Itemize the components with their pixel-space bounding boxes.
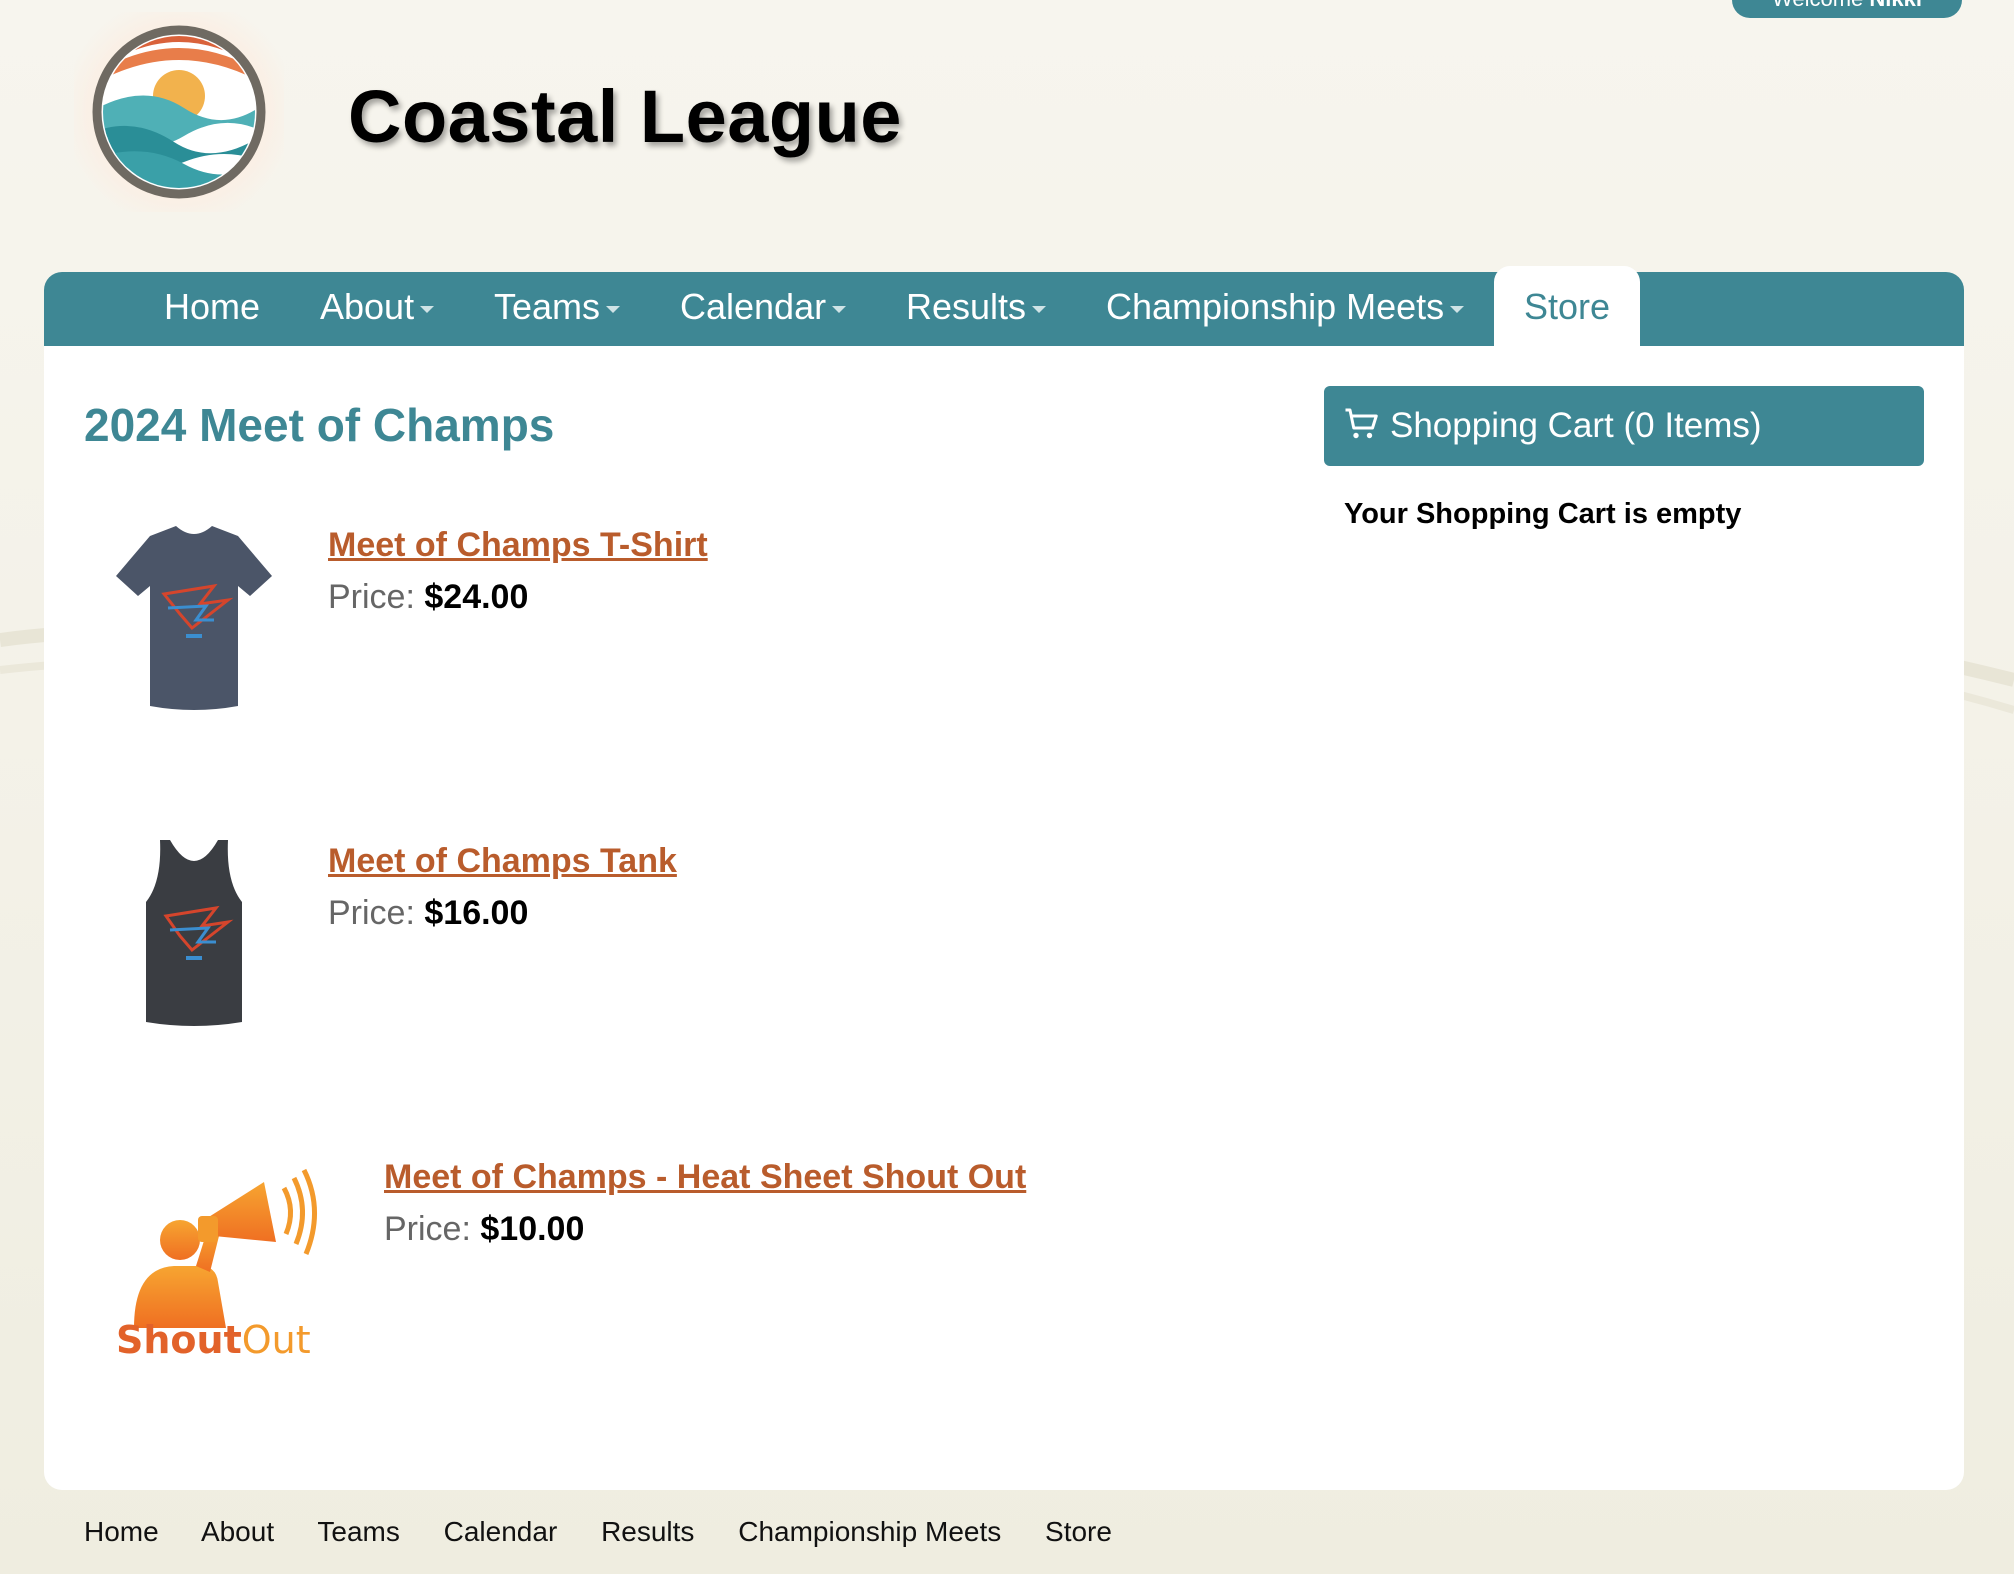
footer-link-store[interactable]: Store [1045,1516,1112,1547]
site-title[interactable]: Coastal League [348,74,902,159]
shoutout-wordmark: ShoutOut [116,1318,311,1362]
price-value: $10.00 [480,1210,585,1248]
footer-link-championship-meets[interactable]: Championship Meets [738,1516,1001,1547]
product-item: Meet of Champs T-Shirt Price: $24.00 [104,516,708,721]
price-label: Price: [328,578,415,616]
main-nav: Home About Teams Calendar Results Champi… [44,266,1964,346]
welcome-user: Nikki [1869,0,1922,11]
price-value: $24.00 [424,578,529,616]
cart-icon [1345,408,1378,439]
cart-title: Shopping Cart (0 Items) [1390,406,1762,445]
nav-item-championship-meets[interactable]: Championship Meets [1106,272,1465,346]
product-item: Meet of Champs Tank Price: $16.00 [104,832,677,1037]
product-price: Price: $24.00 [328,578,528,617]
product-link[interactable]: Meet of Champs T-Shirt [328,526,708,565]
nav-item-store[interactable]: Store [1494,266,1641,346]
megaphone-icon [134,1168,317,1328]
nav-label: Calendar [680,286,827,327]
product-link[interactable]: Meet of Champs Tank [328,842,677,881]
nav-item-calendar[interactable]: Calendar [680,272,847,346]
chevron-down-icon [420,305,435,313]
footer-link-results[interactable]: Results [601,1516,694,1547]
footer-link-about[interactable]: About [201,1516,274,1547]
footer-link-calendar[interactable]: Calendar [444,1516,558,1547]
content-panel: 2024 Meet of Champs Meet of Champs T-Shi… [44,346,1964,1490]
footer-link-home[interactable]: Home [84,1516,159,1547]
price-label: Price: [384,1210,471,1248]
welcome-prefix: Welcome [1772,0,1863,11]
price-label: Price: [328,894,415,932]
footer-nav: Home About Teams Calendar Results Champi… [84,1516,1148,1548]
nav-label: Home [164,286,261,327]
page-title: 2024 Meet of Champs [84,399,555,451]
product-link[interactable]: Meet of Champs - Heat Sheet Shout Out [384,1158,1026,1197]
nav-label: Championship Meets [1106,286,1445,327]
product-price: Price: $10.00 [384,1210,584,1249]
nav-item-teams[interactable]: Teams [494,272,621,346]
nav-label: Results [906,286,1027,327]
tshirt-icon[interactable] [104,516,284,716]
product-price: Price: $16.00 [328,894,528,933]
welcome-badge[interactable]: Welcome Nikki [1732,0,1962,18]
nav-item-about[interactable]: About [320,272,435,346]
footer-link-teams[interactable]: Teams [317,1516,399,1547]
nav-item-home[interactable]: Home [164,272,260,346]
nav-item-results[interactable]: Results [906,272,1047,346]
logo-icon [92,25,266,199]
nav-label: About [320,286,415,327]
chevron-down-icon [832,305,847,313]
nav-label: Teams [494,286,601,327]
chevron-down-icon [1032,305,1047,313]
price-value: $16.00 [424,894,529,932]
chevron-down-icon [1450,305,1465,313]
coastal-league-logo[interactable] [74,12,284,212]
cart-empty-message: Your Shopping Cart is empty [1344,498,1742,530]
chevron-down-icon [606,305,621,313]
shoutout-logo[interactable]: ShoutOut [104,1158,324,1362]
nav-label: Store [1524,286,1611,327]
shopping-cart-header[interactable]: Shopping Cart (0 Items) [1324,386,1924,466]
tank-top-icon[interactable] [104,832,284,1032]
